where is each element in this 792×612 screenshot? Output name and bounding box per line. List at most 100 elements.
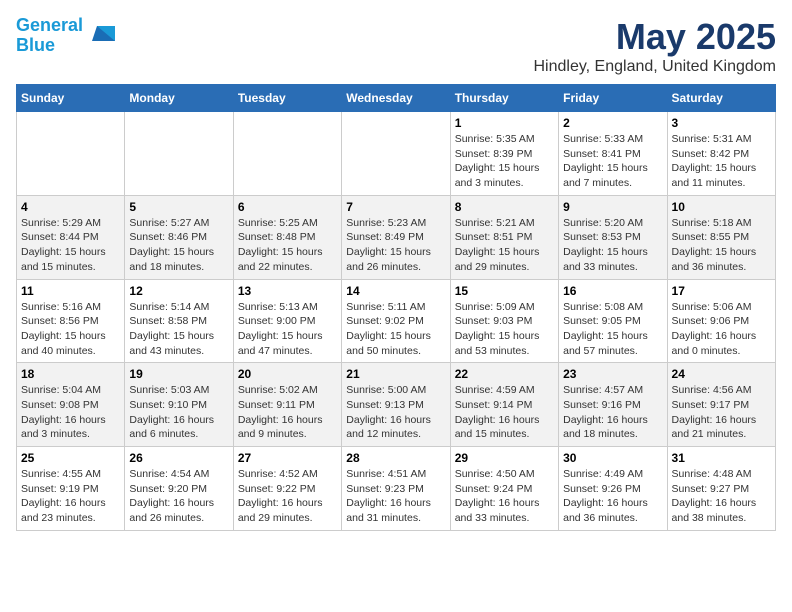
day-number: 31	[672, 451, 771, 465]
calendar-cell: 6Sunrise: 5:25 AM Sunset: 8:48 PM Daylig…	[233, 195, 341, 279]
calendar-cell: 17Sunrise: 5:06 AM Sunset: 9:06 PM Dayli…	[667, 279, 775, 363]
day-info: Sunrise: 5:06 AM Sunset: 9:06 PM Dayligh…	[672, 300, 771, 359]
month-title: May 2025	[533, 16, 776, 58]
logo-icon	[87, 21, 117, 51]
calendar-cell: 15 Sunrise: 5:09 AM Sunset: 9:03 PM Dayli…	[450, 279, 558, 363]
calendar-cell: 12 Sunrise: 5:14 AM Sunset: 8:58 PM Dayli…	[125, 279, 233, 363]
title-block: May 2025 Hindley, England, United Kingdo…	[533, 16, 776, 76]
calendar-cell: 31Sunrise: 4:48 AM Sunset: 9:27 PM Dayli…	[667, 447, 775, 531]
calendar-cell: 9 Sunrise: 5:20 AM Sunset: 8:53 PM Daylig…	[559, 195, 667, 279]
day-info: Sunrise: 5:13 AM Sunset: 9:00 PM Dayligh…	[238, 300, 337, 359]
day-number: 10	[672, 200, 771, 214]
day-number: 28	[346, 451, 445, 465]
calendar-cell: 14Sunrise: 5:11 AM Sunset: 9:02 PM Dayli…	[342, 279, 450, 363]
day-number: 16	[563, 284, 662, 298]
logo-blue: Blue	[16, 35, 55, 55]
weekday-header: Saturday	[667, 85, 775, 112]
day-number: 2	[563, 116, 662, 130]
weekday-header: Sunday	[17, 85, 125, 112]
day-info: Sunrise: 5:11 AM Sunset: 9:02 PM Dayligh…	[346, 300, 445, 359]
day-info: Sunrise: 5:18 AM Sunset: 8:55 PM Dayligh…	[672, 216, 771, 275]
calendar-cell: 7Sunrise: 5:23 AM Sunset: 8:49 PM Daylig…	[342, 195, 450, 279]
logo-general: General	[16, 15, 83, 35]
day-number: 26	[129, 451, 228, 465]
day-number: 30	[563, 451, 662, 465]
day-number: 27	[238, 451, 337, 465]
day-info: Sunrise: 5:21 AM Sunset: 8:51 PM Dayligh…	[455, 216, 554, 275]
day-number: 19	[129, 367, 228, 381]
calendar-cell: 30 Sunrise: 4:49 AM Sunset: 9:26 PM Dayli…	[559, 447, 667, 531]
logo: General Blue	[16, 16, 117, 56]
weekday-header: Monday	[125, 85, 233, 112]
day-number: 3	[672, 116, 771, 130]
day-number: 15	[455, 284, 554, 298]
day-info: Sunrise: 5:03 AM Sunset: 9:10 PM Dayligh…	[129, 383, 228, 442]
day-number: 25	[21, 451, 120, 465]
day-info: Sunrise: 4:57 AM Sunset: 9:16 PM Dayligh…	[563, 383, 662, 442]
day-info: Sunrise: 5:20 AM Sunset: 8:53 PM Dayligh…	[563, 216, 662, 275]
day-info: Sunrise: 4:52 AM Sunset: 9:22 PM Dayligh…	[238, 467, 337, 526]
calendar-cell: 26 Sunrise: 4:54 AM Sunset: 9:20 PM Dayli…	[125, 447, 233, 531]
calendar-cell: 8 Sunrise: 5:21 AM Sunset: 8:51 PM Daylig…	[450, 195, 558, 279]
day-number: 6	[238, 200, 337, 214]
logo-text: General Blue	[16, 16, 83, 56]
calendar-cell: 25 Sunrise: 4:55 AM Sunset: 9:19 PM Dayli…	[17, 447, 125, 531]
calendar-cell: 5 Sunrise: 5:27 AM Sunset: 8:46 PM Daylig…	[125, 195, 233, 279]
calendar-cell	[17, 112, 125, 196]
day-number: 4	[21, 200, 120, 214]
weekday-header: Thursday	[450, 85, 558, 112]
calendar-week-row: 25 Sunrise: 4:55 AM Sunset: 9:19 PM Dayli…	[17, 447, 776, 531]
day-info: Sunrise: 5:35 AM Sunset: 8:39 PM Dayligh…	[455, 132, 554, 191]
calendar-cell: 2 Sunrise: 5:33 AM Sunset: 8:41 PM Daylig…	[559, 112, 667, 196]
day-info: Sunrise: 5:00 AM Sunset: 9:13 PM Dayligh…	[346, 383, 445, 442]
day-number: 13	[238, 284, 337, 298]
day-info: Sunrise: 4:56 AM Sunset: 9:17 PM Dayligh…	[672, 383, 771, 442]
calendar-cell: 23 Sunrise: 4:57 AM Sunset: 9:16 PM Dayli…	[559, 363, 667, 447]
day-number: 8	[455, 200, 554, 214]
day-number: 9	[563, 200, 662, 214]
day-number: 22	[455, 367, 554, 381]
day-info: Sunrise: 5:31 AM Sunset: 8:42 PM Dayligh…	[672, 132, 771, 191]
calendar-cell: 19 Sunrise: 5:03 AM Sunset: 9:10 PM Dayli…	[125, 363, 233, 447]
day-info: Sunrise: 5:23 AM Sunset: 8:49 PM Dayligh…	[346, 216, 445, 275]
day-number: 24	[672, 367, 771, 381]
calendar-week-row: 18Sunrise: 5:04 AM Sunset: 9:08 PM Dayli…	[17, 363, 776, 447]
calendar-cell: 10 Sunrise: 5:18 AM Sunset: 8:55 PM Dayli…	[667, 195, 775, 279]
day-number: 5	[129, 200, 228, 214]
calendar-table: SundayMondayTuesdayWednesdayThursdayFrid…	[16, 84, 776, 531]
calendar-cell: 29 Sunrise: 4:50 AM Sunset: 9:24 PM Dayli…	[450, 447, 558, 531]
day-number: 18	[21, 367, 120, 381]
day-info: Sunrise: 5:14 AM Sunset: 8:58 PM Dayligh…	[129, 300, 228, 359]
day-number: 11	[21, 284, 120, 298]
calendar-cell	[233, 112, 341, 196]
day-info: Sunrise: 5:16 AM Sunset: 8:56 PM Dayligh…	[21, 300, 120, 359]
day-info: Sunrise: 4:49 AM Sunset: 9:26 PM Dayligh…	[563, 467, 662, 526]
day-info: Sunrise: 4:54 AM Sunset: 9:20 PM Dayligh…	[129, 467, 228, 526]
calendar-cell: 27 Sunrise: 4:52 AM Sunset: 9:22 PM Dayli…	[233, 447, 341, 531]
day-info: Sunrise: 4:59 AM Sunset: 9:14 PM Dayligh…	[455, 383, 554, 442]
calendar-cell: 4Sunrise: 5:29 AM Sunset: 8:44 PM Daylig…	[17, 195, 125, 279]
day-info: Sunrise: 4:51 AM Sunset: 9:23 PM Dayligh…	[346, 467, 445, 526]
day-number: 29	[455, 451, 554, 465]
calendar-cell: 21 Sunrise: 5:00 AM Sunset: 9:13 PM Dayli…	[342, 363, 450, 447]
calendar-cell: 24 Sunrise: 4:56 AM Sunset: 9:17 PM Dayli…	[667, 363, 775, 447]
day-info: Sunrise: 5:27 AM Sunset: 8:46 PM Dayligh…	[129, 216, 228, 275]
day-number: 23	[563, 367, 662, 381]
calendar-cell: 16 Sunrise: 5:08 AM Sunset: 9:05 PM Dayli…	[559, 279, 667, 363]
day-info: Sunrise: 5:08 AM Sunset: 9:05 PM Dayligh…	[563, 300, 662, 359]
day-info: Sunrise: 5:09 AM Sunset: 9:03 PM Dayligh…	[455, 300, 554, 359]
page-header: General Blue May 2025 Hindley, England, …	[16, 16, 776, 76]
day-info: Sunrise: 4:50 AM Sunset: 9:24 PM Dayligh…	[455, 467, 554, 526]
day-info: Sunrise: 5:33 AM Sunset: 8:41 PM Dayligh…	[563, 132, 662, 191]
calendar-cell: 1Sunrise: 5:35 AM Sunset: 8:39 PM Daylig…	[450, 112, 558, 196]
calendar-week-row: 1Sunrise: 5:35 AM Sunset: 8:39 PM Daylig…	[17, 112, 776, 196]
location: Hindley, England, United Kingdom	[533, 58, 776, 76]
calendar-cell: 20Sunrise: 5:02 AM Sunset: 9:11 PM Dayli…	[233, 363, 341, 447]
day-info: Sunrise: 4:55 AM Sunset: 9:19 PM Dayligh…	[21, 467, 120, 526]
calendar-cell: 22 Sunrise: 4:59 AM Sunset: 9:14 PM Dayli…	[450, 363, 558, 447]
weekday-header: Wednesday	[342, 85, 450, 112]
calendar-cell: 3 Sunrise: 5:31 AM Sunset: 8:42 PM Daylig…	[667, 112, 775, 196]
calendar-cell: 13 Sunrise: 5:13 AM Sunset: 9:00 PM Dayli…	[233, 279, 341, 363]
day-number: 12	[129, 284, 228, 298]
day-number: 21	[346, 367, 445, 381]
